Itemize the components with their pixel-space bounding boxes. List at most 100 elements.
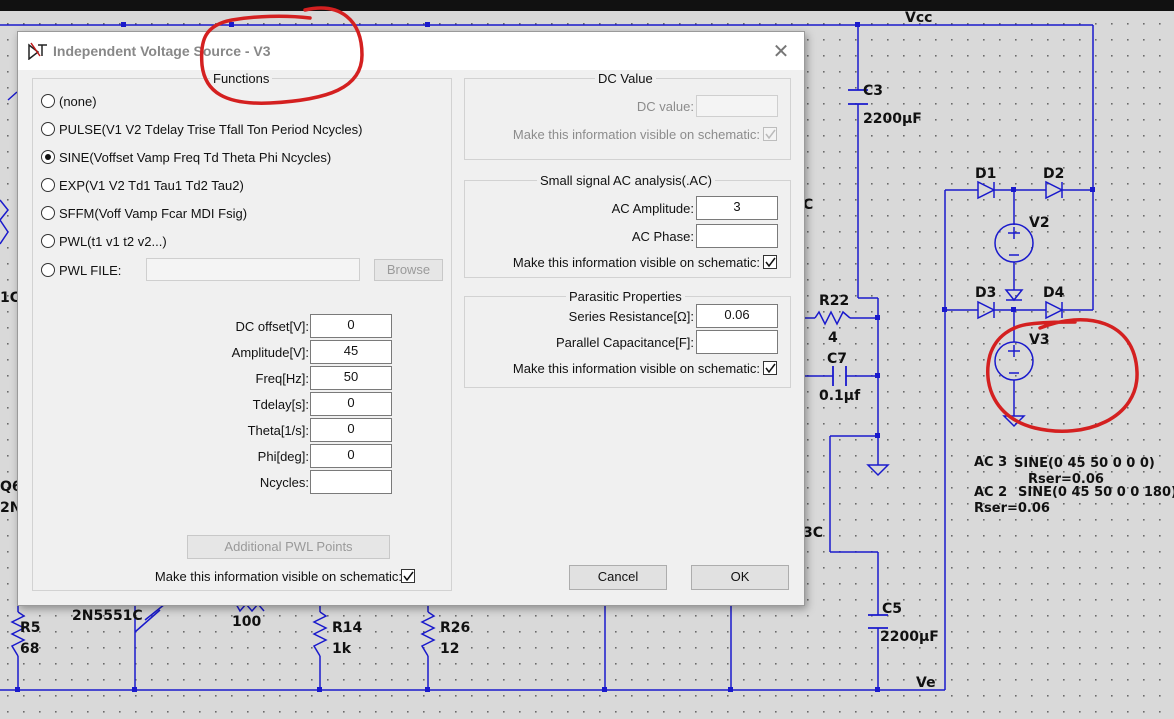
ac-phase-input[interactable]: [696, 224, 778, 248]
series-resistance-label: Series Resistance[Ω]:: [568, 309, 694, 324]
dc-value-legend: DC Value: [595, 71, 656, 86]
radio-label: SFFM(Voff Vamp Fcar MDI Fsig): [59, 205, 248, 221]
functions-group: Functions (none) PULSE(V1 V2 Tdelay Tris…: [32, 71, 452, 591]
radio-button-selected[interactable]: [41, 150, 55, 164]
ac-amplitude-input[interactable]: 3: [696, 196, 778, 220]
param-input-ncycles[interactable]: [310, 470, 392, 494]
functions-visible-checkbox[interactable]: [401, 569, 415, 583]
v3-label: V3: [1029, 332, 1050, 348]
param-input-tdelay[interactable]: 0: [310, 392, 392, 416]
param-label-ncycles: Ncycles:: [259, 475, 309, 490]
parasitic-visible-label: Make this information visible on schemat…: [512, 361, 760, 376]
radio-function-exp[interactable]: EXP(V1 V2 Td1 Tau1 Td2 Tau2): [41, 175, 244, 195]
v2-label: V2: [1029, 215, 1050, 231]
ltspice-app-icon: [28, 42, 47, 60]
param-input-theta[interactable]: 0: [310, 418, 392, 442]
v3-sine-label: SINE(0 45 50 0 0 0): [1014, 456, 1155, 471]
param-input-freq[interactable]: 50: [310, 366, 392, 390]
radio-button[interactable]: [41, 122, 55, 136]
close-icon[interactable]: ✕: [768, 38, 794, 64]
r22-value: 4: [828, 330, 838, 346]
dialog-titlebar[interactable]: Independent Voltage Source - V3 ✕: [18, 32, 804, 70]
radio-function-sffm[interactable]: SFFM(Voff Vamp Fcar MDI Fsig): [41, 203, 247, 223]
ac-visible-label: Make this information visible on schemat…: [512, 255, 760, 270]
r26-name: R26: [440, 620, 470, 636]
param-label-phi: Phi[deg]:: [257, 449, 309, 464]
ok-button[interactable]: OK: [691, 565, 789, 590]
d1-label: D1: [975, 166, 996, 182]
cancel-button[interactable]: Cancel: [569, 565, 667, 590]
param-input-amplitude[interactable]: 45: [310, 340, 392, 364]
radio-label: PWL FILE:: [59, 262, 122, 278]
ac-amplitude-label: AC Amplitude:: [611, 201, 694, 216]
param-label-dc-offset: DC offset[V]:: [235, 319, 309, 334]
c5-value: 2200µF: [880, 629, 939, 645]
radio-button[interactable]: [41, 263, 55, 277]
parasitic-visible-checkbox[interactable]: [763, 361, 777, 375]
c3-value: 2200µF: [863, 111, 922, 127]
param-input-dc-offset[interactable]: 0: [310, 314, 392, 338]
r26-value: 12: [440, 641, 459, 657]
dc-value-group: DC Value DC value: Make this information…: [464, 71, 791, 160]
radio-label: PULSE(V1 V2 Tdelay Trise Tfall Ton Perio…: [59, 121, 363, 137]
param-input-phi[interactable]: 0: [310, 444, 392, 468]
radio-button[interactable]: [41, 234, 55, 248]
net-label-ve: Ve: [916, 675, 936, 691]
pwl-file-input[interactable]: [146, 258, 360, 281]
additional-pwl-points-button[interactable]: Additional PWL Points: [187, 535, 390, 559]
r22-name: R22: [819, 293, 849, 309]
param-label-tdelay: Tdelay[s]:: [252, 397, 309, 412]
dc-value-input[interactable]: [696, 95, 778, 117]
ac-analysis-group: Small signal AC analysis(.AC) AC Amplitu…: [464, 173, 791, 278]
r14-name: R14: [332, 620, 363, 636]
v2-ac-label: AC 2: [974, 485, 1007, 500]
v3-ac-label: AC 3: [974, 455, 1007, 470]
checkmark-icon: [765, 129, 776, 140]
radio-function-pwl[interactable]: PWL(t1 v1 t2 v2...): [41, 231, 167, 251]
c7-name: C7: [827, 351, 847, 367]
net-label-vcc: Vcc: [905, 10, 932, 26]
v2-rser-label: Rser=0.06: [974, 501, 1050, 516]
parasitic-legend: Parasitic Properties: [566, 289, 685, 304]
c7-value: 0.1µf: [819, 388, 861, 404]
d3-label: D3: [975, 285, 996, 301]
radio-function-pulse[interactable]: PULSE(V1 V2 Tdelay Trise Tfall Ton Perio…: [41, 119, 362, 139]
transistor-label: 2N5551C: [72, 608, 143, 624]
radio-function-pwl-file[interactable]: PWL FILE:: [41, 260, 121, 280]
r5-value: 68: [20, 641, 39, 657]
parallel-capacitance-label: Parallel Capacitance[F]:: [555, 335, 694, 350]
radio-label: EXP(V1 V2 Td1 Tau1 Td2 Tau2): [59, 177, 244, 193]
radio-function-none[interactable]: (none): [41, 91, 97, 111]
parasitic-group: Parasitic Properties Series Resistance[Ω…: [464, 289, 791, 388]
series-resistance-input[interactable]: 0.06: [696, 304, 778, 328]
radio-label: PWL(t1 v1 t2 v2...): [59, 233, 167, 249]
d2-label: D2: [1043, 166, 1064, 182]
checkmark-icon: [403, 571, 414, 582]
radio-function-sine[interactable]: SINE(Voffset Vamp Freq Td Theta Phi Ncyc…: [41, 147, 331, 167]
ac-phase-label: AC Phase:: [631, 229, 694, 244]
radio-button[interactable]: [41, 206, 55, 220]
browse-button[interactable]: Browse: [374, 259, 443, 281]
parallel-capacitance-input[interactable]: [696, 330, 778, 354]
dc-visible-label: Make this information visible on schemat…: [512, 127, 760, 142]
frag-label-3c: 3C: [803, 525, 823, 541]
functions-visible-label: Make this information visible on schemat…: [154, 569, 402, 584]
r5-name: R5: [20, 620, 41, 636]
v2-sine-label: SINE(0 45 50 0 0 180): [1018, 485, 1174, 500]
dc-value-label: DC value:: [636, 99, 694, 114]
dialog-title: Independent Voltage Source - V3: [53, 43, 271, 59]
r-mid-value: 100: [232, 614, 261, 630]
checkmark-icon: [765, 363, 776, 374]
functions-legend: Functions: [210, 71, 273, 86]
radio-button[interactable]: [41, 178, 55, 192]
radio-label: (none): [59, 93, 97, 109]
r14-value: 1k: [332, 641, 352, 657]
d4-label: D4: [1043, 285, 1065, 301]
radio-label: SINE(Voffset Vamp Freq Td Theta Phi Ncyc…: [59, 149, 332, 165]
c3-name: C3: [863, 83, 883, 99]
voltage-source-dialog: Independent Voltage Source - V3 ✕ Functi…: [17, 31, 805, 606]
dc-visible-checkbox[interactable]: [763, 127, 777, 141]
ac-visible-checkbox[interactable]: [763, 255, 777, 269]
radio-button[interactable]: [41, 94, 55, 108]
param-label-freq: Freq[Hz]:: [255, 371, 309, 386]
